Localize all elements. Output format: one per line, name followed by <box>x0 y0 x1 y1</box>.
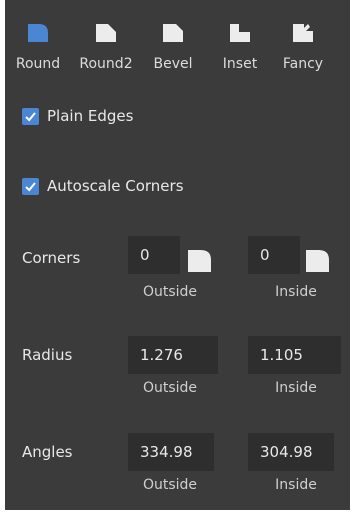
style-tab-round[interactable]: Round <box>3 20 73 76</box>
checkbox-checked[interactable] <box>22 108 39 125</box>
corner-options-panel: Round Round2 Bevel Inset Fancy Plain Edg… <box>5 0 350 510</box>
radius-inside-caption: Inside <box>275 380 317 396</box>
plain-edges-label: Plain Edges <box>47 107 134 125</box>
radius-outside-input[interactable] <box>128 336 218 374</box>
style-tab-label: Bevel <box>153 56 193 72</box>
round-corner-icon <box>188 250 211 272</box>
angles-inside-input[interactable] <box>248 433 334 471</box>
angles-outside-input[interactable] <box>128 433 214 471</box>
bevel-corner-icon <box>163 24 183 42</box>
checkmark-icon <box>25 112 36 122</box>
angles-label: Angles <box>22 443 73 461</box>
style-tab-fancy[interactable]: Fancy <box>268 20 338 76</box>
style-tab-inset[interactable]: Inset <box>205 20 275 76</box>
radius-label: Radius <box>22 346 73 364</box>
checkmark-icon <box>25 182 36 192</box>
style-tab-label: Round <box>15 56 61 72</box>
round-corner-icon <box>306 250 329 272</box>
style-tab-label: Round2 <box>79 56 133 72</box>
fancy-corner-icon <box>293 24 313 42</box>
style-tab-label: Inset <box>222 56 258 72</box>
corners-outside-input[interactable] <box>128 236 180 274</box>
angles-inside-caption: Inside <box>275 477 317 493</box>
corners-label: Corners <box>22 249 81 267</box>
round-corner-icon <box>28 24 48 42</box>
radius-outside-caption: Outside <box>142 380 198 396</box>
angles-outside-caption: Outside <box>142 477 198 493</box>
corners-inside-input[interactable] <box>248 236 300 274</box>
style-tab-label: Fancy <box>282 56 324 72</box>
round2-corner-icon <box>96 24 116 42</box>
checkbox-checked[interactable] <box>22 178 39 195</box>
autoscale-corners-label: Autoscale Corners <box>47 177 184 195</box>
corners-inside-caption: Inside <box>275 284 317 300</box>
style-tab-round2[interactable]: Round2 <box>71 20 141 76</box>
inset-corner-icon <box>230 24 250 42</box>
style-tab-bevel[interactable]: Bevel <box>138 20 208 76</box>
corners-outside-caption: Outside <box>142 284 198 300</box>
radius-inside-input[interactable] <box>248 336 341 374</box>
